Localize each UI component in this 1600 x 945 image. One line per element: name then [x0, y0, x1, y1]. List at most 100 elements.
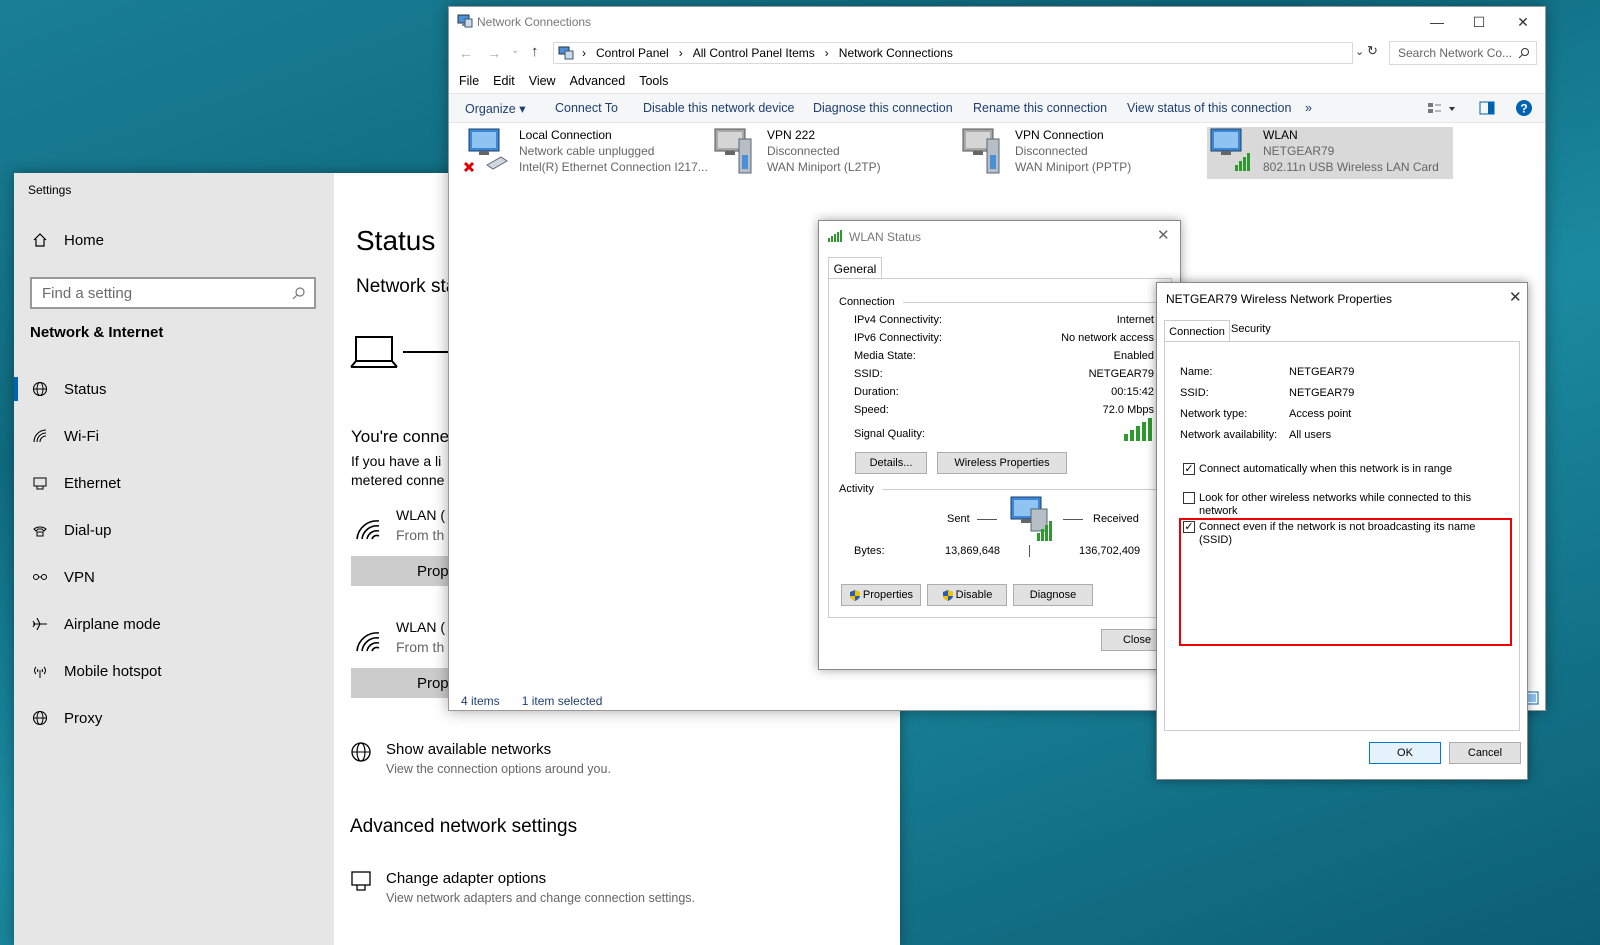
shield-icon [942, 589, 954, 602]
wireless-properties-button[interactable]: Wireless Properties [937, 452, 1067, 474]
search-network-input[interactable]: Search Network Co... [1389, 41, 1537, 65]
selection-count: 1 item selected [521, 694, 603, 708]
nav-dialup[interactable]: Dial-up [14, 510, 334, 550]
activity-section-label: Activity [839, 483, 874, 495]
close-icon[interactable]: ✕ [1157, 226, 1170, 244]
tab-connection[interactable]: Connection [1164, 320, 1230, 342]
adapter-icon [350, 870, 386, 905]
status-bar: 4 items 1 item selected [461, 694, 624, 708]
help-icon[interactable]: ? [1515, 99, 1533, 117]
rename-connection-button[interactable]: Rename this connection [973, 101, 1107, 115]
menu-edit[interactable]: Edit [493, 74, 515, 88]
refresh-icon[interactable]: ↻ [1367, 43, 1378, 59]
duration-label: Duration: [854, 386, 899, 398]
ipv6-row: IPv6 Connectivity: No network access [854, 332, 1154, 346]
connect-automatically-checkbox[interactable]: ✓ Connect automatically when this networ… [1183, 463, 1503, 476]
laptop-icon [350, 333, 402, 371]
connection-device: WAN Miniport (L2TP) [767, 160, 881, 174]
checkbox-unchecked-icon [1183, 492, 1195, 504]
address-dropdown-icon[interactable]: ⌄ [1355, 45, 1364, 58]
nav-dialup-label: Dial-up [64, 521, 112, 539]
nav-status[interactable]: Status [14, 369, 334, 409]
airplane-icon [30, 614, 50, 634]
ipv6-value: No network access [1061, 332, 1154, 344]
connection-wlan[interactable]: WLAN NETGEAR79 802.11n USB Wireless LAN … [1207, 127, 1453, 179]
svg-text:?: ? [1520, 102, 1527, 116]
breadcrumb-control-panel[interactable]: Control Panel [596, 46, 669, 60]
preview-pane-icon[interactable] [1479, 101, 1495, 115]
connect-automatically-label: Connect automatically when this network … [1199, 463, 1453, 475]
connection-vpn[interactable]: VPN Connection Disconnected WAN Miniport… [959, 127, 1131, 179]
back-arrow-icon[interactable]: ← [459, 45, 473, 61]
wlan2-properties-button[interactable]: Prope [351, 668, 461, 698]
change-adapter-option[interactable]: Change adapter options View network adap… [350, 870, 695, 905]
nav-ethernet[interactable]: Ethernet [14, 463, 334, 503]
nav-vpn[interactable]: VPN [14, 557, 334, 597]
connection-status: Network cable unplugged [519, 144, 655, 158]
look-for-networks-checkbox[interactable]: Look for other wireless networks while c… [1183, 492, 1483, 518]
nav-airplane[interactable]: Airplane mode [14, 604, 334, 644]
connect-hidden-checkbox[interactable]: ✓ Connect even if the network is not bro… [1183, 521, 1483, 547]
address-bar[interactable]: › Control Panel › All Control Panel Item… [553, 42, 1353, 64]
properties-button[interactable]: Properties [841, 584, 921, 606]
menu-tools[interactable]: Tools [639, 74, 668, 88]
forward-arrow-icon[interactable]: → [487, 45, 501, 61]
nav-home[interactable]: Home [14, 220, 334, 260]
vpn-adapter-icon [959, 127, 1009, 177]
bytes-divider [1029, 545, 1030, 557]
cancel-button[interactable]: Cancel [1449, 742, 1521, 764]
signal-label: Signal Quality: [854, 428, 925, 440]
close-icon[interactable]: ✕ [1509, 288, 1522, 306]
up-arrow-icon[interactable]: ↑ [531, 43, 539, 60]
disable-device-button[interactable]: Disable this network device [643, 101, 794, 115]
breadcrumb-all-items[interactable]: All Control Panel Items [693, 46, 815, 60]
nav-proxy[interactable]: Proxy [14, 698, 334, 738]
network-type-label: Network type: [1180, 408, 1248, 420]
name-value: NETGEAR79 [1289, 366, 1355, 378]
show-networks-option[interactable]: Show available networks View the connect… [350, 741, 611, 776]
organize-button[interactable]: Organize ▾ [465, 101, 525, 116]
menu-file[interactable]: File [459, 74, 479, 88]
connection-local[interactable]: Local Connection Network cable unplugged… [463, 127, 708, 179]
section-divider [881, 488, 1168, 490]
diagnose-connection-button[interactable]: Diagnose this connection [813, 101, 953, 115]
recent-chevron-icon[interactable]: ⌄ [511, 45, 519, 56]
wireless-properties-dialog: NETGEAR79 Wireless Network Properties ✕ … [1156, 282, 1528, 780]
settings-sidebar: Settings Home Find a setting Network & I… [14, 173, 334, 945]
minimize-button[interactable]: — [1417, 11, 1457, 33]
diagnose-button[interactable]: Diagnose [1013, 584, 1093, 606]
general-panel: Connection IPv4 Connectivity: Internet I… [828, 278, 1173, 618]
sent-label: Sent [947, 513, 970, 525]
availability-value: All users [1289, 429, 1332, 441]
connect-to-button[interactable]: Connect To [555, 101, 618, 115]
disable-button[interactable]: Disable [927, 584, 1007, 606]
connection-vpn222[interactable]: VPN 222 Disconnected WAN Miniport (L2TP) [711, 127, 881, 179]
availability-label: Network availability: [1180, 429, 1278, 441]
dialup-icon [30, 520, 50, 540]
ok-button[interactable]: OK [1369, 742, 1441, 764]
maximize-button[interactable]: ☐ [1459, 11, 1499, 33]
ssid-label: SSID: [1180, 387, 1209, 399]
details-button[interactable]: Details... [855, 452, 927, 474]
checkbox-checked-icon: ✓ [1183, 462, 1195, 475]
metered-text-1: If you have a li [351, 453, 442, 469]
nav-hotspot[interactable]: Mobile hotspot [14, 651, 334, 691]
change-view-icon[interactable] [1427, 102, 1457, 116]
menu-advanced[interactable]: Advanced [570, 74, 626, 88]
control-panel-icon [558, 46, 574, 60]
wlan1-properties-button[interactable]: Prope [351, 556, 461, 586]
speed-label: Speed: [854, 404, 889, 416]
disable-label: Disable [955, 589, 993, 601]
nav-airplane-label: Airplane mode [64, 615, 161, 633]
ssid-row: SSID: NETGEAR79 [854, 368, 1154, 382]
more-commands-button[interactable]: » [1305, 101, 1312, 115]
tab-general[interactable]: General [828, 257, 882, 279]
nav-wifi[interactable]: Wi-Fi [14, 416, 334, 456]
view-status-button[interactable]: View status of this connection [1127, 101, 1291, 115]
close-button[interactable]: ✕ [1503, 11, 1543, 33]
find-setting-input[interactable]: Find a setting [30, 277, 316, 309]
tab-security[interactable]: Security [1231, 323, 1271, 335]
breadcrumb-network-connections[interactable]: Network Connections [839, 46, 953, 60]
menu-view[interactable]: View [529, 74, 556, 88]
ssid-label: SSID: [854, 368, 883, 380]
